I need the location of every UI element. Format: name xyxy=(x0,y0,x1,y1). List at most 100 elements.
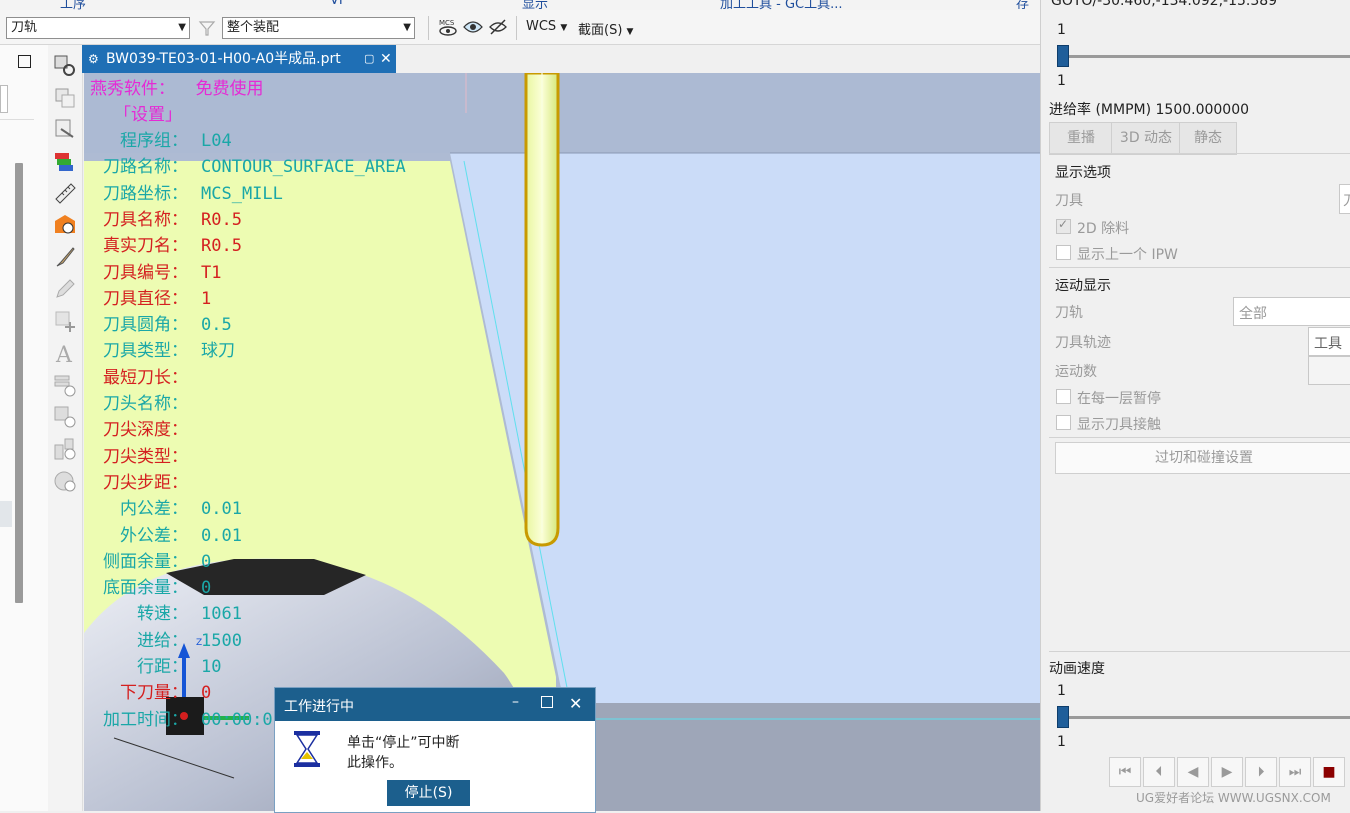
play-forward-button[interactable]: ▶ xyxy=(1211,757,1243,787)
tool-display-select[interactable]: 刀 xyxy=(1339,184,1350,214)
hourglass-icon xyxy=(294,731,320,767)
maximize-icon[interactable] xyxy=(18,55,31,68)
check-2d-material[interactable]: ✓ xyxy=(1056,217,1071,234)
tab-3d-dynamic[interactable]: 3D 动态 xyxy=(1111,122,1181,155)
overlay-row-value: 0.5 xyxy=(201,315,232,336)
step-forward-button[interactable]: ⏵︎ xyxy=(1245,757,1277,787)
filter-icon[interactable] xyxy=(198,19,216,37)
overlay-row-value: R0.5 xyxy=(201,209,242,230)
pin-icon[interactable]: ▢ xyxy=(364,45,374,73)
gouge-collision-settings-button[interactable]: 过切和碰撞设置 xyxy=(1055,442,1350,474)
close-icon[interactable]: ✕ xyxy=(380,45,392,73)
speed-slider-track[interactable] xyxy=(1057,716,1350,719)
check-contact-label: 显示刀具接触 xyxy=(1077,417,1161,433)
maximize-icon[interactable] xyxy=(541,696,553,708)
check-previous-ipw[interactable] xyxy=(1056,245,1071,260)
animation-speed-label: 动画速度 xyxy=(1049,661,1105,677)
check-tool-contact[interactable] xyxy=(1056,415,1071,430)
add-solid-icon[interactable] xyxy=(53,469,77,493)
ribbon-group-vi[interactable]: VI xyxy=(330,0,343,8)
document-tab[interactable]: ⚙ BW039-TE03-01-H00-A0半成品.prt ▢ ✕ xyxy=(82,45,396,73)
stop-button[interactable]: 停止(S) xyxy=(387,780,470,806)
overlay-row-value: 0 xyxy=(201,683,212,704)
overlay-row-value: 0.01 xyxy=(201,499,242,520)
overlay-row-label: 刀具类型： xyxy=(103,341,188,362)
overlay-row-value: R0.5 xyxy=(201,236,242,257)
overlay-row-label: 刀路坐标： xyxy=(103,183,188,204)
add-layer-icon[interactable] xyxy=(53,373,77,397)
nav-selected-row[interactable] xyxy=(0,501,12,527)
overlay-row-label: 转速： xyxy=(137,604,188,625)
overlay-section: 「设置」 xyxy=(114,105,182,125)
ruler-icon[interactable] xyxy=(53,181,77,205)
tab-replay[interactable]: 重播 xyxy=(1049,122,1113,155)
section-dropdown[interactable]: 截面(S) ▼ xyxy=(578,19,633,38)
show-eye-icon[interactable] xyxy=(462,17,484,37)
tab-replay-label: 重播 xyxy=(1067,130,1095,146)
check-ipw-label: 显示上一个 IPW xyxy=(1077,247,1178,263)
fast-forward-button[interactable]: ⏭ xyxy=(1279,757,1311,787)
nav-input-stub[interactable] xyxy=(0,85,8,113)
overlay-row-label: 最短刀长： xyxy=(103,367,188,388)
path-value: 全部 xyxy=(1239,306,1267,322)
toolbar-divider xyxy=(428,16,429,40)
watermark: UG爱好者论坛 WWW.UGSNX.COM xyxy=(1136,791,1331,805)
chevron-down-icon: ▼ xyxy=(178,22,186,33)
pencil-icon[interactable] xyxy=(53,277,77,301)
tab-static[interactable]: 静态 xyxy=(1179,122,1237,155)
stop-animation-button[interactable]: ■ xyxy=(1313,757,1345,787)
overlay-row-value: CONTOUR_SURFACE_AREA xyxy=(201,157,406,178)
overlay-row-label: 加工时间： xyxy=(103,709,188,730)
hide-eye-icon[interactable] xyxy=(488,17,508,37)
type-filter-select[interactable]: 刀轨 ▼ xyxy=(6,17,190,39)
parts-icon[interactable] xyxy=(53,85,77,109)
overlay-row-value: T1 xyxy=(201,262,222,283)
move-icon[interactable] xyxy=(53,309,77,333)
overlay-row-label: 刀尖步距： xyxy=(103,472,188,493)
slider2-bottom-label: 1 xyxy=(1057,734,1066,750)
tool-trace-value: 工具 xyxy=(1314,336,1342,352)
tab-static-label: 静态 xyxy=(1194,130,1222,146)
path-select[interactable]: 全部 xyxy=(1233,297,1350,326)
section-label: 截面(S) xyxy=(578,23,623,38)
reuse-library-icon[interactable] xyxy=(53,117,77,141)
close-icon[interactable]: ✕ xyxy=(569,694,582,713)
assembly-settings-icon[interactable] xyxy=(53,53,77,77)
overlay-row-label: 刀具名称： xyxy=(103,209,188,230)
wcs-dropdown[interactable]: WCS ▼ xyxy=(526,19,567,34)
overlay-row-label: 刀具直径： xyxy=(103,288,188,309)
overlay-row-value: 10 xyxy=(201,657,222,677)
step-back-button[interactable]: ⏴︎ xyxy=(1143,757,1175,787)
scope-value: 整个装配 xyxy=(227,20,280,35)
play-reverse-button[interactable]: ◀ xyxy=(1177,757,1209,787)
document-tab-row: ⚙ BW039-TE03-01-H00-A0半成品.prt ▢ ✕ xyxy=(82,45,1040,73)
overlay-row-label: 刀尖类型： xyxy=(103,446,188,467)
add-group-icon[interactable] xyxy=(53,437,77,461)
speed-slider-thumb[interactable] xyxy=(1057,706,1069,728)
overlay-row-label: 内公差： xyxy=(120,499,188,520)
tool-trace-select[interactable]: 工具 xyxy=(1308,327,1350,356)
section-divider xyxy=(1049,437,1350,438)
overlay-row-value: 1500 xyxy=(201,630,242,651)
history-icon[interactable] xyxy=(53,213,77,237)
overlay-row-label: 刀尖深度： xyxy=(103,420,188,441)
minimize-icon[interactable]: – xyxy=(512,694,519,710)
motion-count-input[interactable] xyxy=(1308,356,1350,385)
overlay-title: 燕秀软件： 免费使用 xyxy=(90,79,264,99)
step-slider-thumb[interactable] xyxy=(1057,45,1069,67)
overlay-row-label: 下刀量： xyxy=(120,683,188,704)
scope-select[interactable]: 整个装配 ▼ xyxy=(222,17,415,39)
check-pause-each-layer[interactable] xyxy=(1056,389,1071,404)
overlay-row-value: 1061 xyxy=(201,604,242,625)
overlay-row-label: 程序组： xyxy=(120,131,188,151)
dialog-title-bar: 工作进行中 – ✕ xyxy=(275,688,595,721)
rewind-to-start-button[interactable]: ⏮ xyxy=(1109,757,1141,787)
mcs-view-icon[interactable]: MCS xyxy=(438,17,458,37)
machine-library-icon[interactable] xyxy=(53,149,77,173)
nav-scrollbar[interactable] xyxy=(15,163,23,603)
add-object-icon[interactable] xyxy=(53,405,77,429)
dialog-title: 工作进行中 xyxy=(284,699,354,715)
text-icon[interactable]: A xyxy=(53,341,77,365)
step-slider-track[interactable] xyxy=(1057,55,1350,58)
brush-icon[interactable] xyxy=(53,245,77,269)
